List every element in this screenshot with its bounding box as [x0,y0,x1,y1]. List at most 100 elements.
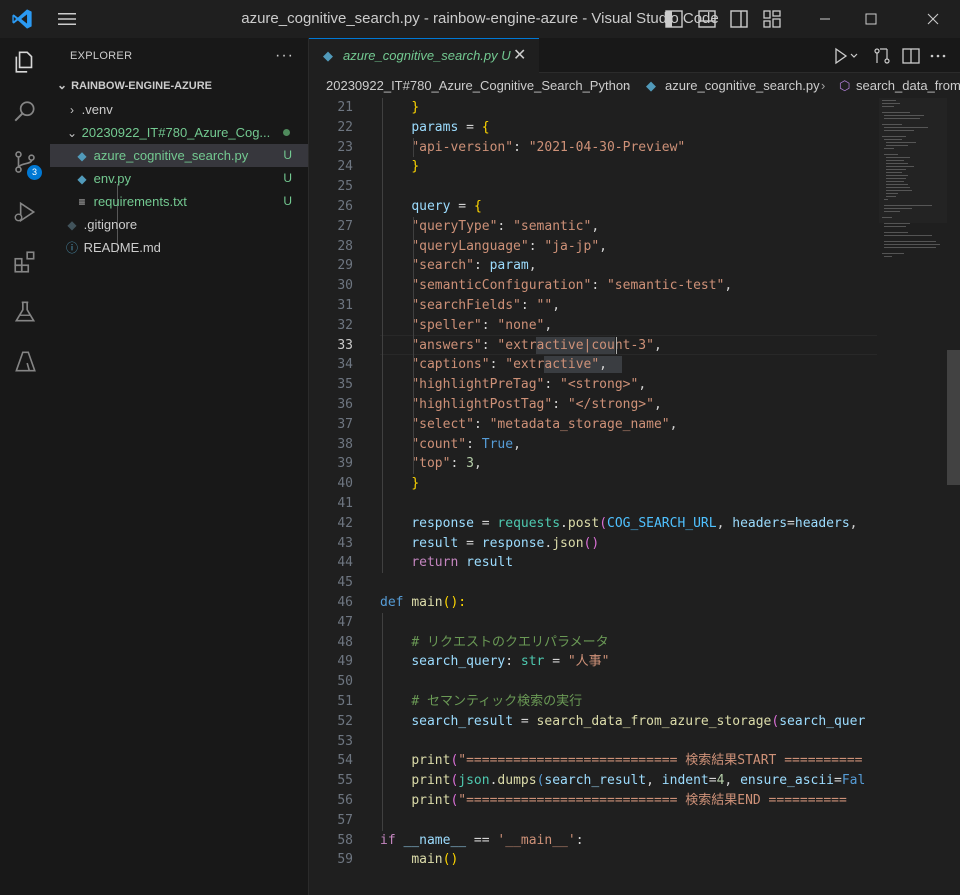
code-token: indent [661,773,709,789]
title-bar: azure_cognitive_search.py - rainbow-engi… [0,0,960,38]
code-token: : [513,139,529,155]
indent-guide [413,216,414,475]
code-line: "queryLanguage": "ja-jp", [380,237,607,257]
run-python-file-icon[interactable] [833,46,861,66]
code-token: = [834,773,842,789]
more-actions-icon[interactable]: ··· [275,38,294,74]
toggle-panel-icon[interactable] [697,9,717,29]
toggle-primary-sidebar-icon[interactable] [664,9,684,29]
search-icon[interactable] [0,88,50,136]
code-token: json [552,535,584,551]
code-line: search_result = search_data_from_azure_s… [380,712,865,732]
file-gitignore[interactable]: ◆ .gitignore [50,213,308,236]
run-debug-icon[interactable] [0,188,50,236]
code-token: headers [732,515,788,531]
code-token: return [411,555,459,571]
azure-icon[interactable] [0,338,50,386]
breadcrumb-symbol[interactable]: search_data_from [856,73,960,98]
indent-guide [413,137,414,158]
line-number: 47 [337,614,353,630]
explorer-sidebar: EXPLORER ··· ⌄ RAINBOW-ENGINE-AZURE › .v… [50,38,309,895]
code-token: 3 [466,456,474,472]
vertical-scrollbar[interactable] [947,98,960,895]
breadcrumb: 20230922_IT#780_Azure_Cognitive_Search_P… [309,73,960,98]
code-token: "" [536,298,553,313]
code-token: : [497,218,514,234]
code-token: __name__ [403,832,467,848]
scrollbar-thumb[interactable] [947,350,960,485]
open-changes-icon[interactable] [872,46,892,66]
code-token: { [473,199,482,214]
code-token: : [489,357,506,373]
code-token: : [505,654,521,670]
code-token: "highlightPreTag" [411,377,545,393]
code-token: "semantic-test" [606,278,725,294]
minimap[interactable] [879,98,949,895]
file-readme[interactable]: ⓘ README.md [50,236,308,259]
python-file-icon: ◆ [646,78,656,93]
line-number: 36 [337,397,353,412]
close-window-icon[interactable] [910,0,956,38]
code-token: : [591,278,607,294]
code-token: = [787,515,795,531]
file-azure-cognitive-search[interactable]: ◆ azure_cognitive_search.py U [50,144,308,167]
folder-venv[interactable]: › .venv [50,98,308,121]
code-token: , [599,357,607,373]
extensions-icon[interactable] [0,238,50,286]
line-number: 30 [337,278,353,294]
code-line: } [380,157,419,177]
code-token: def [380,595,404,610]
code-line: "captions": "extractive", [380,355,607,375]
code-token: , [849,515,858,531]
file-env[interactable]: ◆ env.py U [50,167,308,190]
code-token: "metadata_storage_name" [489,416,670,432]
testing-icon[interactable] [0,288,50,336]
code-token: , [646,773,662,789]
code-token: : [481,317,498,333]
close-tab-icon[interactable]: ✕ [513,39,526,72]
code-token: "count" [411,436,467,452]
explorer-title: EXPLORER [70,50,133,62]
code-token: = [473,515,498,531]
tab-azure-cognitive-search[interactable]: ◆ azure_cognitive_search.py U ✕ [309,38,539,73]
code-token: result [466,555,514,571]
text-file-icon: ≡ [78,195,86,209]
code-token: "semantic" [513,218,592,234]
folder-project-label: 20230922_IT#780_Azure_Cog... [81,125,271,140]
chevron-down-icon: ⌄ [56,78,68,92]
code-token: "captions" [411,357,490,373]
breadcrumb-file[interactable]: azure_cognitive_search.py [665,73,820,98]
explorer-icon[interactable] [0,38,50,86]
code-token: requests [497,515,561,531]
breadcrumb-folder[interactable]: 20230922_IT#780_Azure_Cognitive_Search_P… [326,73,630,98]
source-control-icon[interactable]: 3 [0,138,50,186]
code-editor[interactable]: 21 22 23 24 25 26 27 28 29 30 31 32 33 34 35 36 37 38 39 40… [309,98,960,895]
maximize-icon[interactable] [848,0,894,38]
file-requirements[interactable]: ≡ requirements.txt U [50,190,308,213]
toggle-secondary-sidebar-icon[interactable] [729,9,749,29]
method-symbol-icon: ⬡ [839,78,851,93]
code-token: search_data_from_azure_storage [536,713,772,729]
file-label: README.md [83,240,161,255]
line-number: 31 [337,298,353,313]
split-editor-icon[interactable] [901,46,921,66]
workspace-root[interactable]: ⌄ RAINBOW-ENGINE-AZURE [50,74,308,97]
file-label: .gitignore [83,217,138,232]
code-line: "answers": "extractive|count-3", [380,336,662,356]
code-token: post [567,515,600,531]
code-token: query [411,199,451,214]
folder-project[interactable]: ⌄ 20230922_IT#780_Azure_Cog... [50,121,308,144]
code-token: , [653,337,662,353]
customize-layout-icon[interactable] [762,9,782,29]
code-token: , [591,218,600,234]
minimize-icon[interactable] [802,0,848,38]
code-line: "select": "metadata_storage_name", [380,415,677,435]
more-actions-icon[interactable] [928,46,948,66]
line-number: 39 [337,456,353,472]
modified-dot-icon [283,129,290,136]
